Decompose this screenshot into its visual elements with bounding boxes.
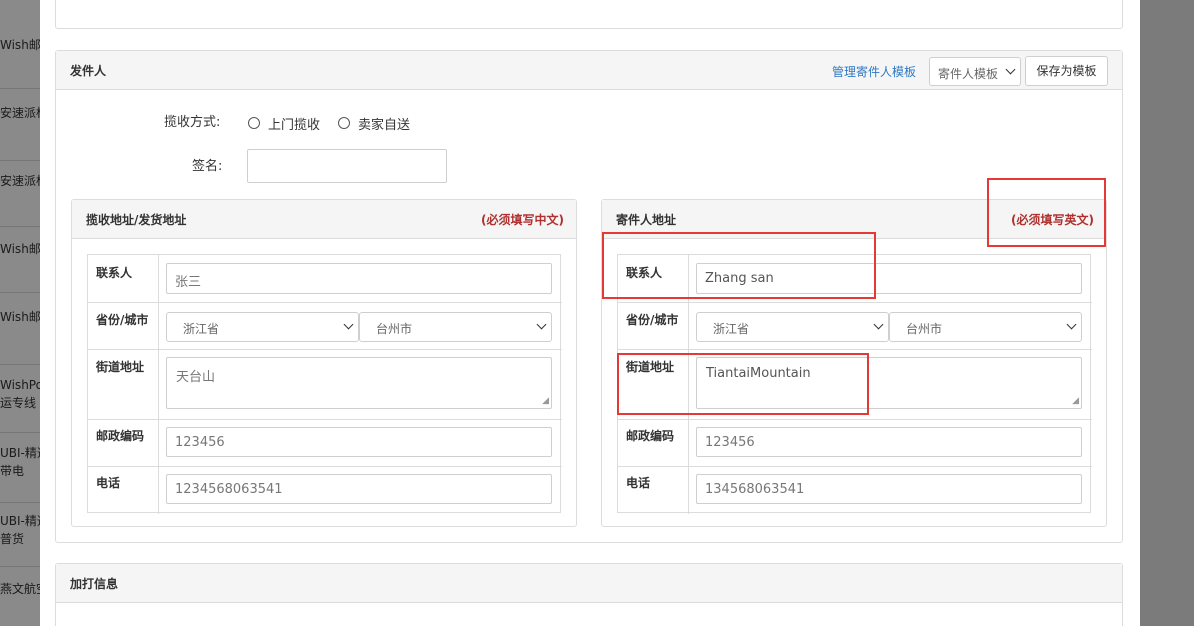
resize-handle-icon[interactable]: ◢ xyxy=(1072,396,1079,406)
chevron-down-icon xyxy=(1066,319,1077,330)
divider xyxy=(0,502,40,503)
radio-self-delivery-label[interactable]: 卖家自送 xyxy=(358,114,410,133)
pickup-contact-input[interactable]: 张三 xyxy=(166,263,552,294)
manage-sender-template-link[interactable]: 管理寄件人模板 xyxy=(832,63,916,80)
sender-city-select[interactable]: 台州市 xyxy=(889,312,1082,342)
sender-city-value: 台州市 xyxy=(906,322,943,336)
divider xyxy=(0,88,40,89)
pickup-address-panel: 揽收地址/发货地址 (必须填写中文) 联系人 张三 省份/城市 浙江省 台州市 … xyxy=(71,199,577,527)
divider xyxy=(88,302,562,303)
chevron-down-icon xyxy=(343,319,354,330)
contact-label: 联系人 xyxy=(626,266,663,280)
sender-address-table: 联系人 Zhang san 省份/城市 浙江省 台州市 街道地址 Tiantai… xyxy=(617,254,1092,514)
radio-door-pickup[interactable] xyxy=(248,117,260,129)
phone-label: 电话 xyxy=(626,476,651,490)
sender-address-panel: 寄件人地址 (必须填写英文) 联系人 Zhang san 省份/城市 浙江省 台… xyxy=(601,199,1107,527)
sender-street-textarea[interactable]: TiantaiMountain ◢ xyxy=(696,357,1082,409)
pickup-phone-input[interactable]: 1234568063541 xyxy=(166,474,552,504)
list-item: 安速派标 xyxy=(0,106,40,120)
divider xyxy=(0,566,40,567)
pickup-street-textarea[interactable]: 天台山 ◢ xyxy=(166,357,552,409)
chevron-down-icon xyxy=(1005,64,1016,75)
signature-label: 签名: xyxy=(192,159,223,174)
pickup-contact-value: 张三 xyxy=(175,275,202,290)
phone-label: 电话 xyxy=(96,476,121,490)
sender-street-value: TiantaiMountain xyxy=(706,366,811,381)
sender-contact-input[interactable]: Zhang san xyxy=(696,263,1082,294)
sender-postcode-value: 123456 xyxy=(705,435,755,450)
sender-province-value: 浙江省 xyxy=(713,322,750,336)
chevron-down-icon xyxy=(536,319,547,330)
resize-handle-icon[interactable]: ◢ xyxy=(542,396,549,406)
pickup-postcode-value: 123456 xyxy=(175,435,225,450)
divider xyxy=(0,364,40,365)
list-item: 燕文航空 xyxy=(0,582,40,596)
pickup-province-value: 浙江省 xyxy=(183,322,220,336)
divider xyxy=(0,226,40,227)
sender-template-select[interactable]: 寄件人模板 xyxy=(929,57,1021,86)
divider xyxy=(0,432,40,433)
sender-province-select[interactable]: 浙江省 xyxy=(696,312,889,342)
divider xyxy=(0,160,40,161)
previous-panel xyxy=(55,0,1123,29)
pickup-city-value: 台州市 xyxy=(376,322,413,336)
list-item: Wish邮- xyxy=(0,38,40,52)
overlay-backdrop xyxy=(1140,0,1194,626)
sender-template-select-value: 寄件人模板 xyxy=(938,67,999,81)
postcode-label: 邮政编码 xyxy=(96,429,145,443)
radio-self-delivery[interactable] xyxy=(338,117,350,129)
pickup-address-note: (必须填写中文) xyxy=(481,213,564,227)
background-list: Wish邮- 安速派标 安速派标 Wish邮- Wish邮- WishPos 运… xyxy=(0,0,40,626)
sender-phone-value: 134568063541 xyxy=(705,482,805,497)
sender-panel-header: 发件人 管理寄件人模板 寄件人模板 保存为模板 xyxy=(56,51,1122,90)
sender-panel: 发件人 管理寄件人模板 寄件人模板 保存为模板 揽收方式: 上门揽收 卖家自送 … xyxy=(55,50,1123,543)
province-city-label: 省份/城市 xyxy=(626,313,679,327)
divider xyxy=(618,466,1092,467)
modal-dialog: 发件人 管理寄件人模板 寄件人模板 保存为模板 揽收方式: 上门揽收 卖家自送 … xyxy=(40,0,1140,626)
sender-phone-input[interactable]: 134568063541 xyxy=(696,474,1082,504)
sender-address-note: (必须填写英文) xyxy=(1011,213,1094,227)
chevron-down-icon xyxy=(873,319,884,330)
contact-label: 联系人 xyxy=(96,266,133,280)
divider xyxy=(618,302,1092,303)
list-item: UBI-精选 带电 xyxy=(0,446,40,478)
list-item: WishPos 运专线 xyxy=(0,378,40,410)
signature-input[interactable] xyxy=(247,149,447,183)
sender-contact-value: Zhang san xyxy=(705,271,774,286)
sender-address-title: 寄件人地址 xyxy=(616,213,677,227)
list-item: UBI-精选 普货 xyxy=(0,514,40,546)
sender-panel-title: 发件人 xyxy=(70,64,107,78)
street-label: 街道地址 xyxy=(96,360,145,374)
divider xyxy=(688,255,689,514)
pickup-address-table: 联系人 张三 省份/城市 浙江省 台州市 街道地址 天台山 ◢ 邮政编码 123… xyxy=(87,254,562,514)
extra-print-title: 加打信息 xyxy=(70,577,119,591)
pickup-street-value: 天台山 xyxy=(176,370,216,385)
save-as-template-button[interactable]: 保存为模板 xyxy=(1025,56,1108,86)
sender-address-header: 寄件人地址 (必须填写英文) xyxy=(602,200,1106,239)
divider xyxy=(618,349,1092,350)
list-item: Wish邮- xyxy=(0,242,40,256)
pickup-address-title: 揽收地址/发货地址 xyxy=(86,213,187,227)
postcode-label: 邮政编码 xyxy=(626,429,675,443)
pickup-postcode-input[interactable]: 123456 xyxy=(166,427,552,457)
pickup-phone-value: 1234568063541 xyxy=(175,482,283,497)
extra-print-panel: 加打信息 xyxy=(55,563,1123,626)
radio-door-pickup-label[interactable]: 上门揽收 xyxy=(268,114,320,133)
street-label: 街道地址 xyxy=(626,360,675,374)
pickup-province-select[interactable]: 浙江省 xyxy=(166,312,359,342)
sender-postcode-input[interactable]: 123456 xyxy=(696,427,1082,457)
list-item: Wish邮- xyxy=(0,310,40,324)
extra-print-header: 加打信息 xyxy=(56,564,1122,603)
province-city-label: 省份/城市 xyxy=(96,313,149,327)
pickup-address-header: 揽收地址/发货地址 (必须填写中文) xyxy=(72,200,576,239)
divider xyxy=(88,466,562,467)
divider xyxy=(0,292,40,293)
divider xyxy=(88,349,562,350)
divider xyxy=(158,255,159,514)
divider xyxy=(88,419,562,420)
list-item: 安速派标 xyxy=(0,174,40,188)
pickup-method-label: 揽收方式: xyxy=(164,115,221,130)
pickup-city-select[interactable]: 台州市 xyxy=(359,312,552,342)
divider xyxy=(618,419,1092,420)
